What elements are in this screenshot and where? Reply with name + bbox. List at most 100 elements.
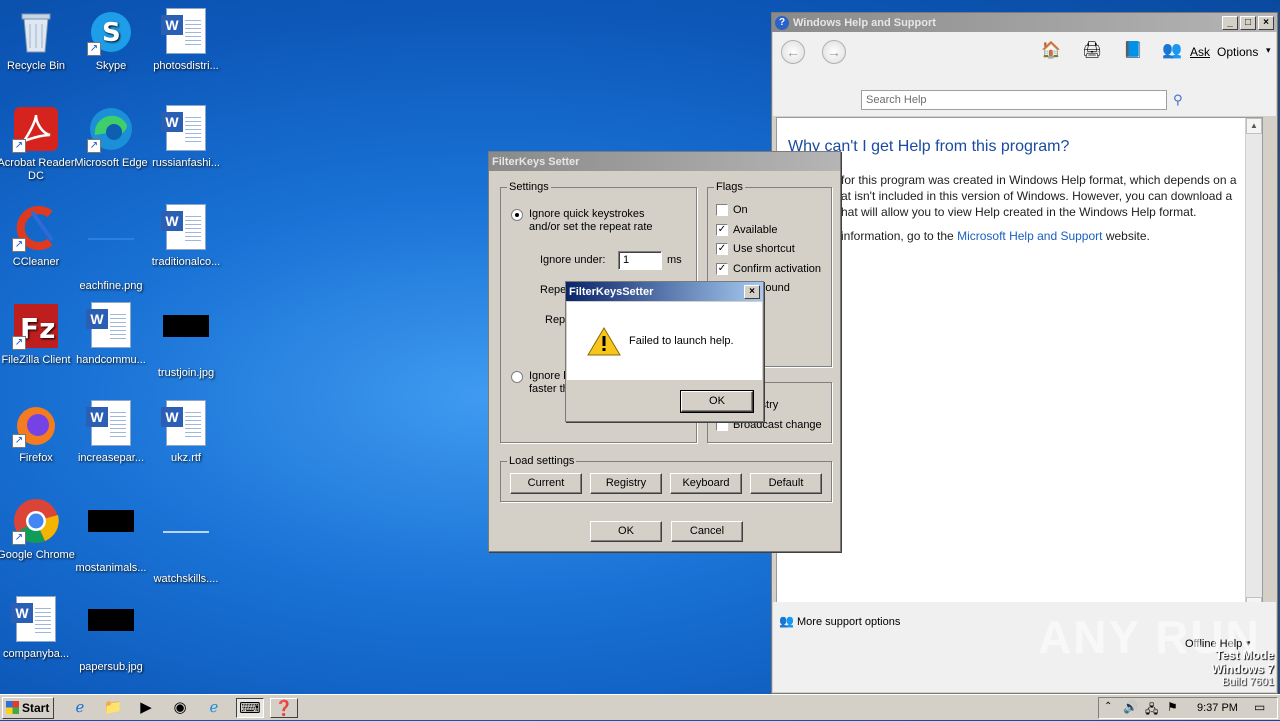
system-tray: ⌃ 🔊 🖧 ⚑ 9:37 PM ▭ xyxy=(1098,697,1278,719)
load-registry-button[interactable]: Registry xyxy=(590,473,662,494)
desktop-icon-companyba[interactable]: companyba... xyxy=(0,596,76,661)
volume-icon[interactable]: 🔊 xyxy=(1123,700,1138,714)
ask-button[interactable]: Ask xyxy=(1190,45,1210,59)
desktop-icon-papersub[interactable]: papersub.jpg xyxy=(71,596,151,674)
help-window-titlebar[interactable]: ? Windows Help and Support _ □ × xyxy=(772,13,1277,32)
clock[interactable]: 9:37 PM xyxy=(1197,702,1238,714)
desktop-icon-watchskills[interactable]: watchskills.... xyxy=(146,497,226,586)
ask-icon[interactable]: 👥 xyxy=(1162,40,1182,60)
home-icon[interactable]: 🏠 xyxy=(1041,40,1061,60)
help-paragraph-2-prefix: information, go to the xyxy=(841,229,958,243)
search-input[interactable]: Search Help xyxy=(861,90,1167,110)
desktop-icon-increasepar[interactable]: increasepar... xyxy=(71,400,151,465)
microsoft-help-link[interactable]: Microsoft Help and Support xyxy=(957,229,1102,243)
desktop-icon-eachfine[interactable]: eachfine.png xyxy=(71,204,151,293)
search-icon[interactable]: ⚲ xyxy=(1173,92,1183,108)
desktop-icon-acrobat[interactable]: ↗ Acrobat Reader DC xyxy=(0,105,76,183)
warning-icon xyxy=(587,327,621,356)
scroll-up-icon[interactable]: ▲ xyxy=(1246,118,1262,134)
shortcut-arrow-icon: ↗ xyxy=(12,139,26,153)
cancel-button[interactable]: Cancel xyxy=(671,521,743,542)
alert-titlebar[interactable]: FilterKeysSetter × xyxy=(566,282,763,301)
help-content-pane: Why can't I get Help from this program? … xyxy=(776,117,1263,614)
browse-help-icon[interactable]: 📘 xyxy=(1123,40,1143,60)
ignore-quick-keystrokes-radio[interactable]: Ignore quick keystrokes and/or set the re… xyxy=(511,208,653,234)
radio-label: Ignore quick keystrokes and/or set the re… xyxy=(529,208,653,233)
filterkeys-titlebar[interactable]: FilterKeys Setter xyxy=(489,152,840,171)
chrome-icon: ↗ xyxy=(12,497,60,545)
network-icon[interactable]: 🖧 xyxy=(1145,700,1158,721)
start-button[interactable]: Start xyxy=(2,697,54,719)
edge-taskbar-icon[interactable]: ℯ xyxy=(204,698,224,718)
chrome-taskbar-icon[interactable]: ◉ xyxy=(170,698,190,718)
ok-button[interactable]: OK xyxy=(590,521,662,542)
flag-on-checkbox[interactable]: On xyxy=(716,204,748,216)
options-button[interactable]: Options xyxy=(1217,45,1258,59)
chevron-down-icon: ▾ xyxy=(1266,45,1271,55)
word-document-icon xyxy=(161,204,210,252)
close-button[interactable]: × xyxy=(1258,15,1274,30)
more-support-link[interactable]: More support options xyxy=(797,616,900,628)
checkmark-icon: ✓ xyxy=(716,263,728,275)
help-paragraph-2-suffix: website. xyxy=(1102,229,1150,243)
shortcut-arrow-icon: ↗ xyxy=(87,139,101,153)
flag-confirm-activation-checkbox[interactable]: ✓ Confirm activation xyxy=(716,263,821,275)
help-toolbar: ← → 🏠 🖨 📘 👥 Ask Options ▾ Search Help ⚲ xyxy=(773,32,1276,116)
maximize-button[interactable]: □ xyxy=(1240,15,1256,30)
desktop-icon-photosdistri[interactable]: photosdistri... xyxy=(146,8,226,73)
help-paragraph-2: information, go to the Microsoft Help an… xyxy=(841,228,1241,244)
help-taskbar-button[interactable]: ❓ xyxy=(270,698,298,718)
ignore-under-unit: ms xyxy=(667,254,682,266)
close-button[interactable]: × xyxy=(744,284,760,299)
word-document-icon xyxy=(86,400,135,448)
alert-dialog: FilterKeysSetter × Failed to launch help… xyxy=(565,281,764,422)
alert-message: Failed to launch help. xyxy=(629,335,734,347)
desktop-icon-label: traditionalco... xyxy=(151,256,221,268)
file-explorer-icon[interactable]: 📁 xyxy=(103,698,123,718)
media-player-icon[interactable]: ▶ xyxy=(136,698,156,718)
ccleaner-icon: ↗ xyxy=(12,204,60,252)
radio-label: Ignore k faster th xyxy=(529,370,569,395)
alert-ok-button[interactable]: OK xyxy=(680,390,754,413)
desktop-icon-trustjoin[interactable]: trustjoin.jpg xyxy=(146,302,226,380)
svg-text:S: S xyxy=(102,18,121,48)
help-window-title: Windows Help and Support xyxy=(793,16,936,29)
shortcut-arrow-icon: ↗ xyxy=(12,238,26,252)
desktop-icon-skype[interactable]: S ↗ Skype xyxy=(71,8,151,73)
back-arrow-icon[interactable]: ← xyxy=(781,40,805,64)
filterkeys-taskbar-button[interactable]: ⌨ xyxy=(236,698,264,718)
ignore-under-input[interactable]: 1 xyxy=(618,251,662,270)
desktop-icon-mostanimals[interactable]: mostanimals... xyxy=(71,497,151,575)
desktop-icon-ccleaner[interactable]: ↗ CCleaner xyxy=(0,204,76,269)
desktop-icon-russianfashi[interactable]: russianfashi... xyxy=(146,105,226,170)
desktop-icon-filezilla[interactable]: Fz ↗ FileZilla Client xyxy=(0,302,76,367)
chevron-up-icon[interactable]: ⌃ xyxy=(1104,701,1112,712)
desktop-icon-ukz[interactable]: ukz.rtf xyxy=(146,400,226,465)
desktop-icon-chrome[interactable]: ↗ Google Chrome xyxy=(0,497,76,562)
settings-legend: Settings xyxy=(507,181,551,193)
repeat-delay-label: Repe xyxy=(540,284,567,296)
internet-explorer-icon[interactable]: ℯ xyxy=(70,698,90,718)
desktop-icon-recycle-bin[interactable]: Recycle Bin xyxy=(0,8,76,73)
desktop-icon-edge[interactable]: ↗ Microsoft Edge xyxy=(71,105,151,170)
load-keyboard-button[interactable]: Keyboard xyxy=(670,473,742,494)
forward-arrow-icon[interactable]: → xyxy=(822,40,846,64)
desktop-icon-handcommu[interactable]: handcommu... xyxy=(71,302,151,367)
desktop-icon-traditionalco[interactable]: traditionalco... xyxy=(146,204,226,269)
help-scrollbar[interactable]: ▲ ▼ xyxy=(1245,118,1262,613)
alert-title: FilterKeysSetter xyxy=(569,285,654,298)
desktop-icon-firefox[interactable]: ↗ Firefox xyxy=(0,400,76,465)
radio-dot-icon xyxy=(511,371,523,383)
flag-icon[interactable]: ⚑ xyxy=(1167,700,1178,714)
image-file-icon xyxy=(162,315,210,363)
ignore-repeated-keystrokes-radio[interactable]: Ignore k faster th xyxy=(511,370,569,396)
load-current-button[interactable]: Current xyxy=(510,473,582,494)
flag-use-shortcut-checkbox[interactable]: ✓ Use shortcut xyxy=(716,243,795,255)
show-desktop-icon[interactable]: ▭ xyxy=(1254,700,1265,714)
print-icon[interactable]: 🖨 xyxy=(1082,40,1102,60)
load-default-button[interactable]: Default xyxy=(750,473,822,494)
word-document-icon xyxy=(11,596,60,644)
flag-available-checkbox[interactable]: ✓ Available xyxy=(716,224,777,236)
desktop-icon-label: Firefox xyxy=(19,452,53,464)
minimize-button[interactable]: _ xyxy=(1222,15,1238,30)
